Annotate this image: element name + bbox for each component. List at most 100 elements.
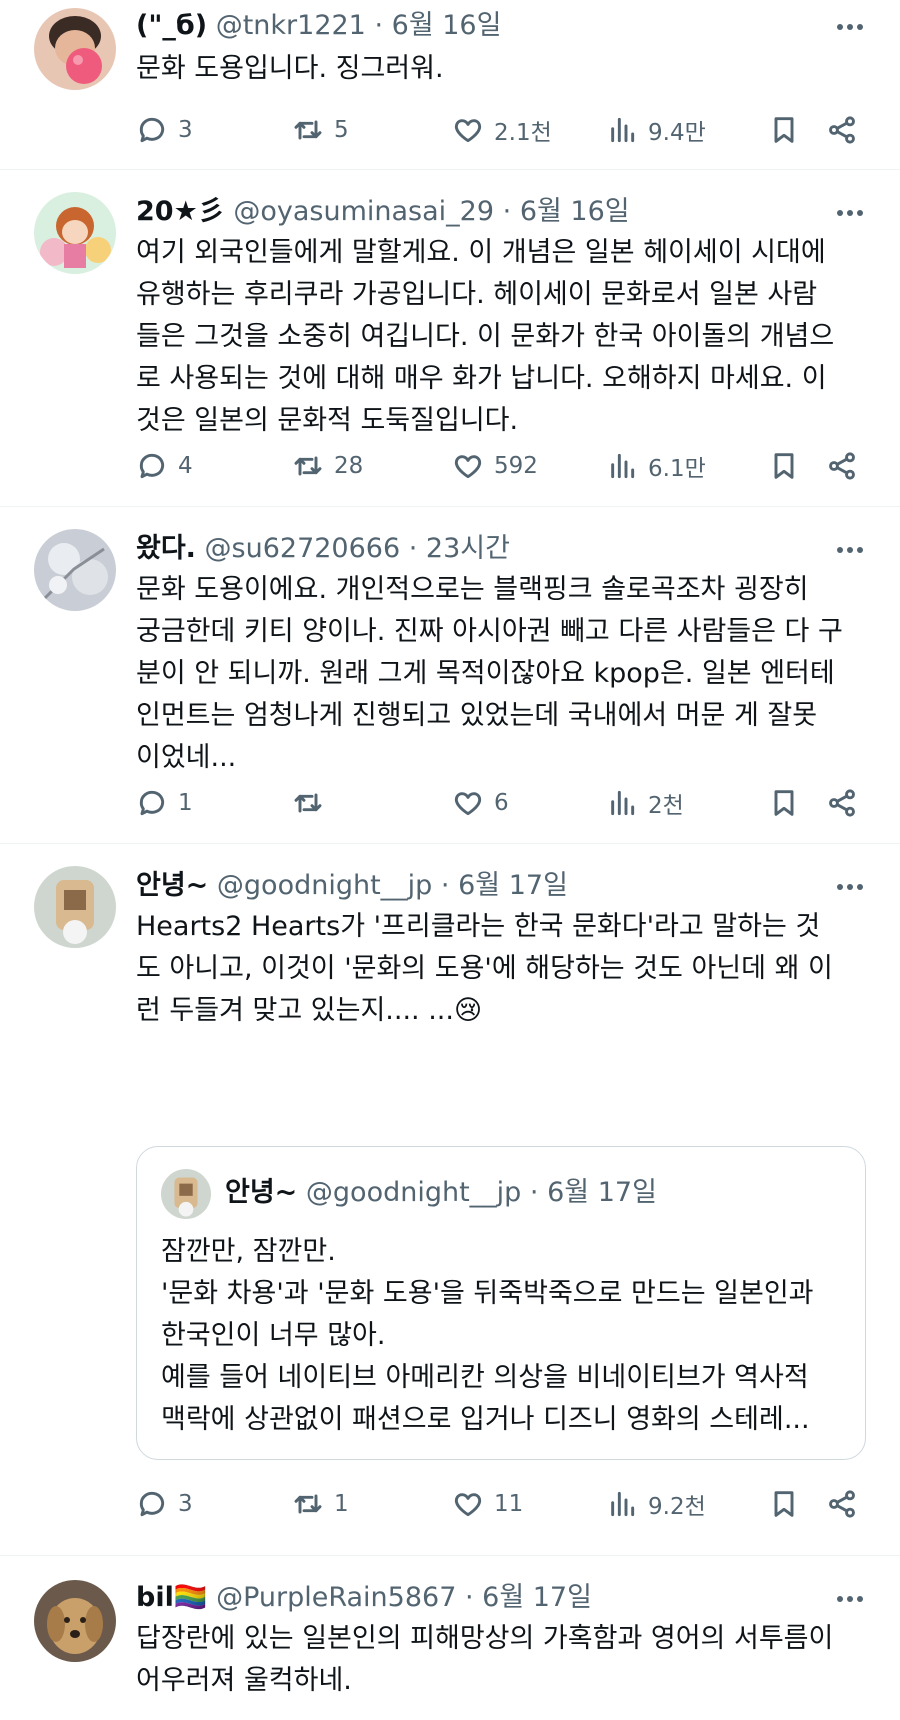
bookmark-icon xyxy=(768,787,800,819)
quoted-display-name: 안녕~ xyxy=(225,1177,298,1208)
timestamp[interactable]: 6월 17일 xyxy=(458,870,568,901)
bookmark-button[interactable] xyxy=(768,1484,800,1524)
like-count: 2.1천 xyxy=(494,120,552,146)
share-button[interactable] xyxy=(826,783,858,823)
reply-icon xyxy=(136,114,168,146)
avatar[interactable] xyxy=(34,1580,116,1662)
avatar[interactable] xyxy=(34,192,116,274)
tweet[interactable]: ("_б) @tnkr1221 · 6월 16일 문화 도용입니다. 징그러워.… xyxy=(0,0,900,170)
quoted-user-handle: @goodnight__jp xyxy=(305,1177,522,1208)
views-button[interactable]: 9.4만 xyxy=(606,110,706,150)
tweet[interactable]: 안녕~ @goodnight__jp · 6월 17일 Hearts2 Hear… xyxy=(0,844,900,1556)
reply-icon xyxy=(136,450,168,482)
timestamp[interactable]: 6월 16일 xyxy=(520,196,630,227)
display-name[interactable]: 안녕~ xyxy=(136,870,208,901)
view-count: 9.2천 xyxy=(648,1494,706,1520)
tweet-text: 문화 도용입니다. 징그러워. xyxy=(136,53,444,84)
bookmark-button[interactable] xyxy=(768,446,800,486)
user-handle[interactable]: @tnkr1221 xyxy=(216,10,366,41)
action-bar: 1 6 2천 xyxy=(136,783,876,823)
retweet-count: 1 xyxy=(334,1491,349,1517)
display-name[interactable]: bil🏳️‍🌈 xyxy=(136,1582,207,1613)
views-icon xyxy=(606,787,638,819)
views-icon xyxy=(606,114,638,146)
views-icon xyxy=(606,1488,638,1520)
tweet[interactable]: bil🏳️‍🌈 @PurpleRain5867 · 6월 17일 답장란에 있는… xyxy=(0,1556,900,1720)
retweet-button[interactable] xyxy=(292,783,334,823)
bookmark-icon xyxy=(768,450,800,482)
reply-button[interactable]: 4 xyxy=(136,446,193,486)
retweet-icon xyxy=(292,787,324,819)
more-options-icon[interactable] xyxy=(830,198,870,228)
display-name[interactable]: 20★彡 xyxy=(136,196,225,227)
separator: · xyxy=(374,10,384,41)
tweet-header: bil🏳️‍🌈 @PurpleRain5867 · 6월 17일 xyxy=(136,1578,830,1618)
more-options-icon[interactable] xyxy=(830,12,870,42)
view-count: 9.4만 xyxy=(648,120,706,146)
display-name[interactable]: 왔다. xyxy=(136,533,196,564)
share-button[interactable] xyxy=(826,110,858,150)
avatar[interactable] xyxy=(34,8,116,90)
retweet-icon xyxy=(292,450,324,482)
share-button[interactable] xyxy=(826,446,858,486)
action-bar: 4 28 592 6.1만 xyxy=(136,446,876,486)
retweet-button[interactable]: 28 xyxy=(292,446,363,486)
quoted-header: 안녕~ @goodnight__jp · 6월 17일 xyxy=(225,1173,657,1213)
timestamp[interactable]: 6월 16일 xyxy=(392,10,502,41)
reply-icon xyxy=(136,1488,168,1520)
like-button[interactable]: 592 xyxy=(452,446,538,486)
timestamp[interactable]: 23시간 xyxy=(426,533,510,564)
view-count: 2천 xyxy=(648,793,684,819)
bookmark-icon xyxy=(768,114,800,146)
reply-count: 3 xyxy=(178,1491,193,1517)
user-handle[interactable]: @oyasuminasai_29 xyxy=(233,196,494,227)
reply-icon xyxy=(136,787,168,819)
share-icon xyxy=(826,787,858,819)
bookmark-icon xyxy=(768,1488,800,1520)
retweet-button[interactable]: 5 xyxy=(292,110,349,150)
quoted-avatar[interactable] xyxy=(161,1169,211,1219)
quoted-tweet[interactable]: 안녕~ @goodnight__jp · 6월 17일 잠깐만, 잠깐만. '문… xyxy=(136,1146,866,1460)
reply-count: 4 xyxy=(178,453,193,479)
like-button[interactable]: 6 xyxy=(452,783,509,823)
action-bar: 3 1 11 9.2천 xyxy=(136,1484,876,1524)
tweet-text: 답장란에 있는 일본인의 피해망상의 가혹함과 영어의 서투름이 어우러져 울컥… xyxy=(136,1623,834,1696)
retweet-button[interactable]: 1 xyxy=(292,1484,349,1524)
like-button[interactable]: 11 xyxy=(452,1484,523,1524)
retweet-count: 5 xyxy=(334,117,349,143)
display-name[interactable]: ("_б) xyxy=(136,10,207,41)
user-handle[interactable]: @su62720666 xyxy=(205,533,401,564)
avatar[interactable] xyxy=(34,529,116,611)
avatar[interactable] xyxy=(34,866,116,948)
tweet[interactable]: 왔다. @su62720666 · 23시간 문화 도용이에요. 개인적으로는 … xyxy=(0,507,900,844)
more-options-icon[interactable] xyxy=(830,872,870,902)
views-button[interactable]: 2천 xyxy=(606,783,684,823)
tweet-text: 문화 도용이에요. 개인적으로는 블랙핑크 솔로곡조차 굉장히 궁금한데 키티 … xyxy=(136,574,843,773)
like-count: 6 xyxy=(494,790,509,816)
reply-button[interactable]: 3 xyxy=(136,110,193,150)
user-handle[interactable]: @PurpleRain5867 xyxy=(216,1582,456,1613)
share-icon xyxy=(826,1488,858,1520)
like-count: 11 xyxy=(494,1491,524,1517)
separator: · xyxy=(502,196,512,227)
views-button[interactable]: 9.2천 xyxy=(606,1484,706,1524)
heart-icon xyxy=(452,450,484,482)
reply-button[interactable]: 1 xyxy=(136,783,193,823)
reply-button[interactable]: 3 xyxy=(136,1484,193,1524)
share-icon xyxy=(826,450,858,482)
views-button[interactable]: 6.1만 xyxy=(606,446,706,486)
timestamp[interactable]: 6월 17일 xyxy=(482,1582,592,1613)
like-button[interactable]: 2.1천 xyxy=(452,110,552,150)
like-count: 592 xyxy=(494,453,538,479)
tweet[interactable]: 20★彡 @oyasuminasai_29 · 6월 16일 여기 외국인들에게… xyxy=(0,170,900,507)
more-options-icon[interactable] xyxy=(830,1584,870,1614)
bookmark-button[interactable] xyxy=(768,783,800,823)
share-button[interactable] xyxy=(826,1484,858,1524)
user-handle[interactable]: @goodnight__jp xyxy=(217,870,432,901)
tweet-header: 안녕~ @goodnight__jp · 6월 17일 xyxy=(136,866,830,906)
retweet-icon xyxy=(292,114,324,146)
bookmark-button[interactable] xyxy=(768,110,800,150)
separator: · xyxy=(464,1582,474,1613)
heart-icon xyxy=(452,114,484,146)
more-options-icon[interactable] xyxy=(830,535,870,565)
